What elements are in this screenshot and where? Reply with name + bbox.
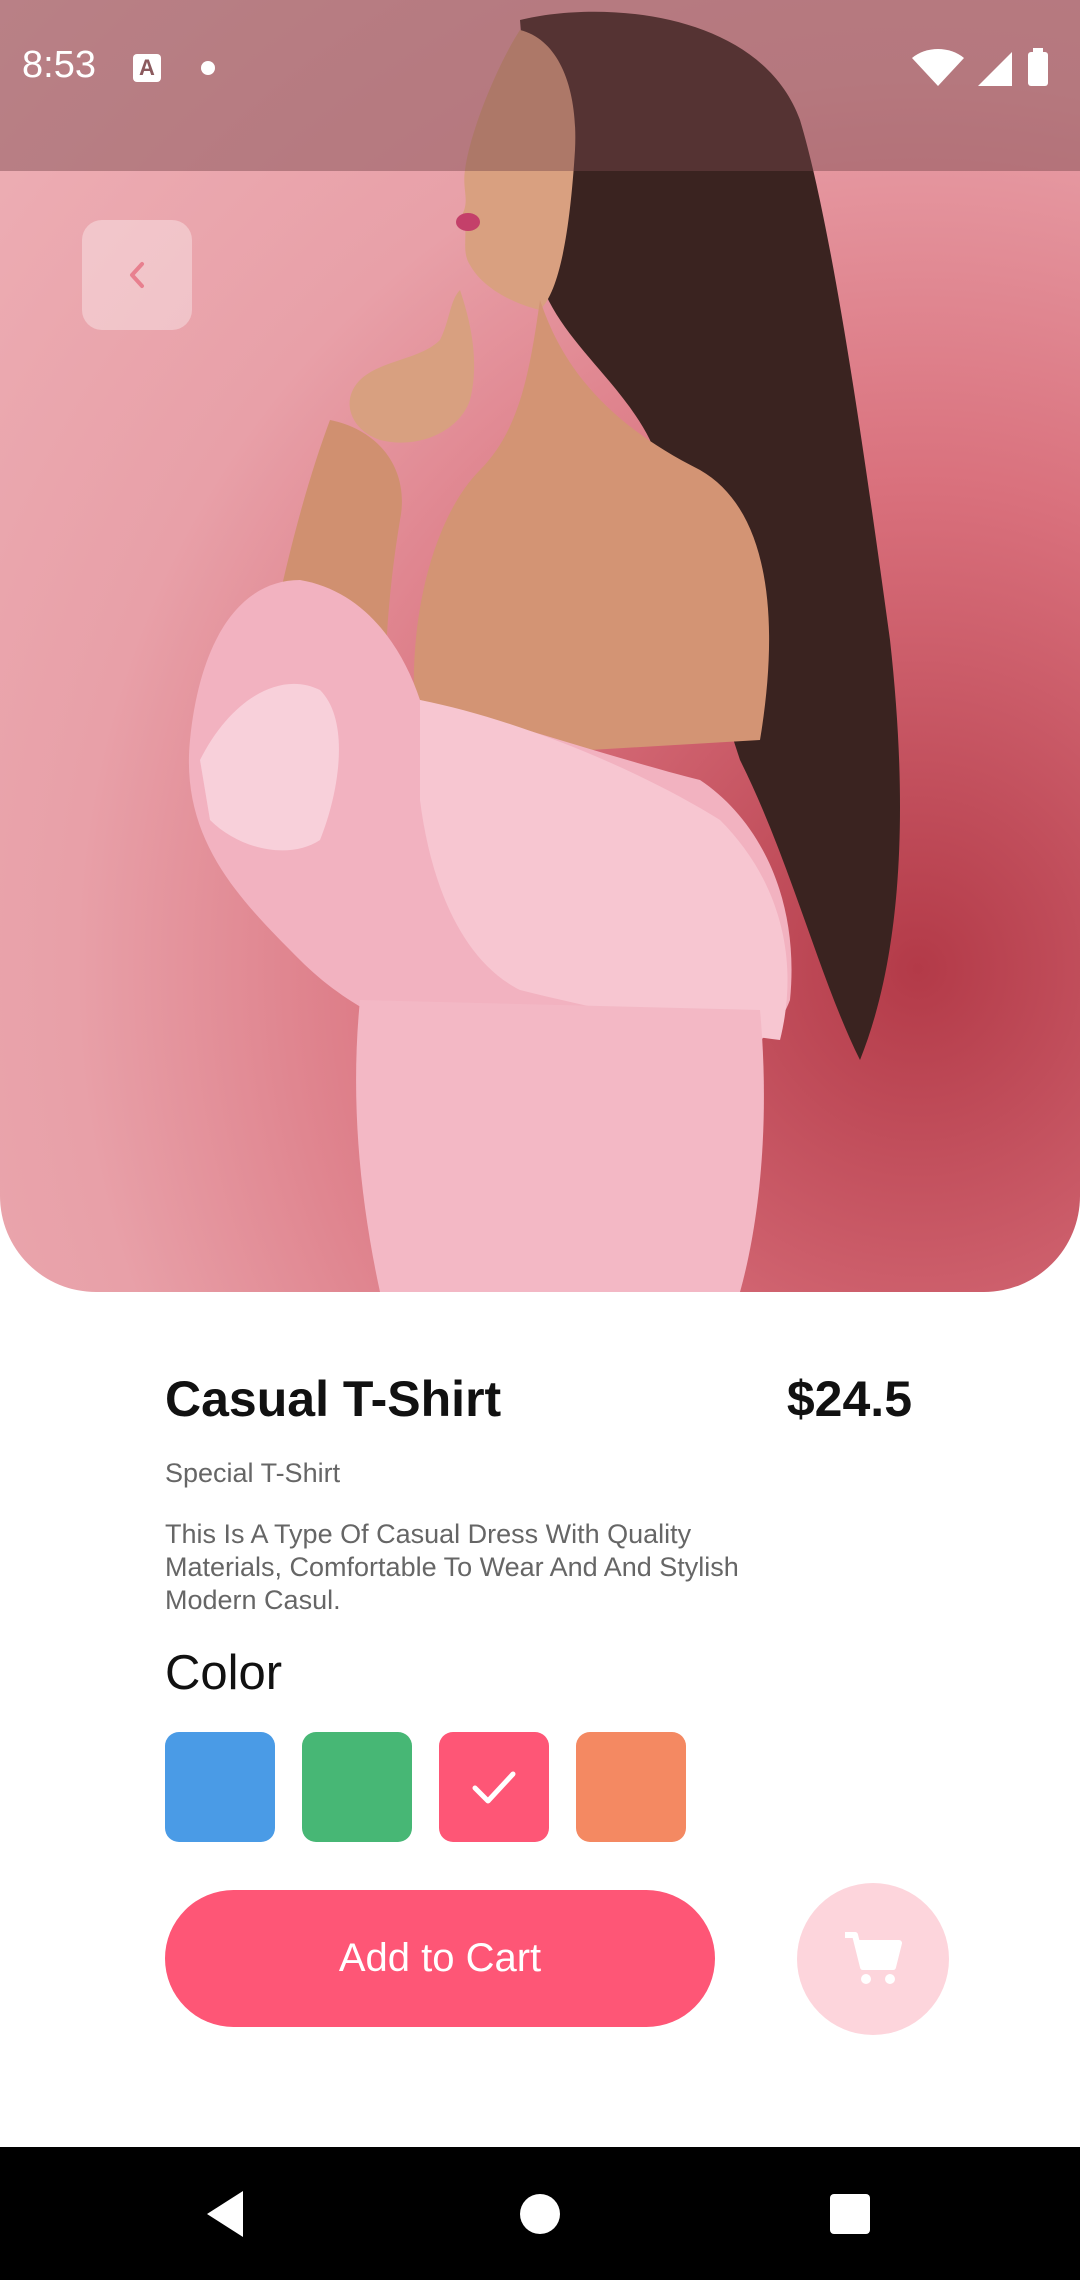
color-swatch-green[interactable] — [302, 1732, 412, 1842]
color-heading: Color — [165, 1646, 283, 1700]
product-detail-screen: 8:53 A Casual T-Shirt $24.5 Special T-Sh… — [0, 0, 1080, 2280]
cart-button[interactable] — [797, 1883, 949, 2035]
battery-icon — [1028, 48, 1048, 86]
back-button[interactable] — [82, 220, 192, 330]
color-swatch-orange[interactable] — [576, 1732, 686, 1842]
nav-back-icon[interactable] — [203, 2189, 247, 2239]
notification-dot-icon — [201, 61, 215, 75]
shopping-cart-icon — [845, 1932, 902, 1984]
keyboard-a-icon: A — [133, 54, 161, 82]
checkmark-icon — [472, 1771, 516, 1804]
product-image — [0, 0, 1080, 1292]
cell-signal-icon — [978, 52, 1012, 86]
color-swatch-pink[interactable] — [439, 1732, 549, 1842]
system-nav-bar — [0, 2147, 1080, 2280]
nav-home-icon[interactable] — [520, 2194, 560, 2234]
status-icons — [910, 48, 1060, 88]
product-title: Casual T-Shirt — [165, 1371, 502, 1427]
status-bar: 8:53 A — [0, 0, 1080, 171]
product-subtitle: Special T-Shirt — [165, 1458, 341, 1488]
color-swatch-blue[interactable] — [165, 1732, 275, 1842]
product-price: $24.5 — [786, 1371, 912, 1427]
model-photo-illustration — [188, 11, 900, 1292]
nav-recents-icon[interactable] — [830, 2194, 870, 2234]
status-time: 8:53 — [22, 44, 96, 86]
chevron-left-icon — [130, 262, 144, 288]
color-swatches — [165, 1732, 686, 1842]
add-to-cart-button[interactable]: Add to Cart — [165, 1890, 715, 2027]
product-description: This Is A Type Of Casual Dress With Qual… — [165, 1519, 739, 1615]
wifi-icon — [912, 49, 964, 86]
